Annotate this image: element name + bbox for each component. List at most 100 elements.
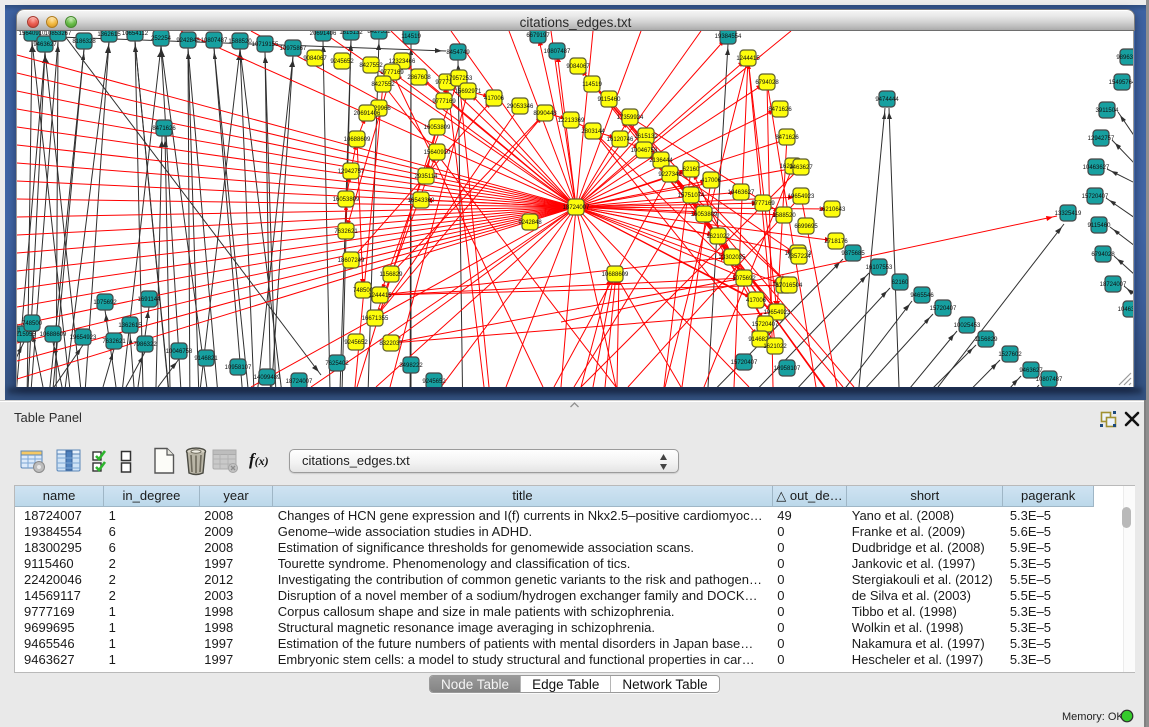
svg-text:748500: 748500 [22, 321, 43, 327]
svg-text:7625402: 7625402 [325, 361, 349, 367]
svg-text:8322037: 8322037 [379, 341, 403, 347]
svg-text:9777169: 9777169 [432, 99, 456, 105]
svg-text:7357224: 7357224 [787, 254, 811, 260]
svg-text:8471626: 8471626 [775, 135, 799, 141]
svg-text:9777169: 9777169 [380, 70, 404, 76]
svg-text:29053346: 29053346 [507, 104, 534, 110]
svg-text:7632621: 7632621 [334, 229, 358, 235]
svg-text:9242848: 9242848 [176, 38, 200, 44]
svg-text:16053809: 16053809 [424, 125, 451, 131]
svg-text:1621022: 1621022 [706, 234, 730, 240]
svg-text:10463627: 10463627 [1118, 307, 1134, 313]
svg-text:12942757: 12942757 [338, 169, 365, 175]
svg-text:16210643: 16210643 [819, 207, 846, 213]
svg-text:12942757: 12942757 [1088, 136, 1115, 142]
svg-text:1588520: 1588520 [772, 213, 796, 219]
svg-text:17359924: 17359924 [617, 115, 644, 121]
svg-text:9463627: 9463627 [789, 165, 813, 171]
svg-text:1362615: 1362615 [97, 32, 121, 38]
svg-text:252254: 252254 [151, 36, 172, 42]
svg-text:10807487: 10807487 [1036, 377, 1063, 383]
svg-text:18724007: 18724007 [286, 379, 313, 385]
svg-text:14099489: 14099489 [254, 375, 281, 381]
svg-text:6794028: 6794028 [755, 80, 779, 86]
svg-text:9896312: 9896312 [1116, 55, 1134, 61]
svg-text:7632621: 7632621 [102, 339, 126, 345]
svg-text:20691406: 20691406 [310, 31, 337, 37]
svg-text:18724007: 18724007 [563, 205, 590, 211]
svg-text:13325419: 13325419 [1055, 211, 1082, 217]
svg-text:9146821: 9146821 [194, 356, 218, 362]
svg-text:17016504: 17016504 [776, 283, 803, 289]
svg-text:16053809: 16053809 [333, 197, 360, 203]
svg-text:16671355: 16671355 [362, 316, 389, 322]
svg-text:114519: 114519 [582, 82, 602, 88]
svg-text:15640910: 15640910 [424, 150, 451, 156]
svg-text:9242848: 9242848 [518, 220, 542, 226]
svg-text:9115460: 9115460 [1088, 223, 1112, 229]
svg-text:417006: 417006 [746, 298, 767, 304]
svg-text:3498222: 3498222 [399, 363, 423, 369]
svg-text:1244415: 1244415 [736, 56, 760, 62]
svg-text:62160: 62160 [892, 280, 909, 286]
svg-text:20691406: 20691406 [354, 111, 381, 117]
svg-text:1615132: 1615132 [634, 134, 658, 140]
svg-text:6794028: 6794028 [1091, 252, 1115, 258]
svg-text:10463627: 10463627 [1083, 165, 1110, 171]
svg-text:8990448: 8990448 [533, 111, 557, 117]
svg-text:1156829: 1156829 [380, 272, 404, 278]
svg-text:1691144: 1691144 [138, 297, 162, 303]
svg-text:9227342: 9227342 [658, 172, 682, 178]
svg-text:9245652: 9245652 [422, 379, 446, 385]
svg-text:18607249: 18607249 [338, 258, 365, 264]
svg-text:3911504: 3911504 [1096, 108, 1120, 114]
svg-text:10958107: 10958107 [774, 366, 801, 372]
svg-text:15751074: 15751074 [678, 193, 705, 199]
svg-text:10807487: 10807487 [201, 38, 228, 44]
svg-text:1362615: 1362615 [118, 323, 142, 329]
svg-text:9777169: 9777169 [751, 201, 775, 207]
svg-text:1075692: 1075692 [93, 300, 117, 306]
svg-text:18724007: 18724007 [1100, 282, 1127, 288]
svg-text:6679197: 6679197 [526, 33, 550, 39]
svg-text:10025453: 10025453 [954, 323, 981, 329]
svg-text:6699695: 6699695 [794, 224, 818, 230]
svg-text:2718176: 2718176 [824, 239, 848, 245]
svg-text:8471626: 8471626 [768, 107, 792, 113]
svg-text:8186328: 8186328 [72, 39, 96, 45]
svg-text:10688609: 10688609 [602, 272, 629, 278]
svg-text:417006: 417006 [484, 96, 505, 102]
svg-text:15720407: 15720407 [1082, 194, 1109, 200]
svg-text:8471626: 8471626 [152, 126, 176, 132]
svg-text:10688609: 10688609 [40, 332, 67, 338]
svg-text:17957253: 17957253 [446, 76, 473, 82]
svg-text:9465546: 9465546 [910, 293, 934, 299]
svg-text:15720407: 15720407 [752, 322, 779, 328]
svg-text:2136444: 2136444 [649, 158, 673, 164]
svg-text:9474444: 9474444 [875, 97, 899, 103]
svg-text:8454749: 8454749 [446, 50, 470, 56]
svg-text:1621022: 1621022 [763, 344, 787, 350]
svg-text:10046758: 10046758 [166, 349, 193, 355]
svg-text:1615132: 1615132 [339, 31, 363, 36]
svg-text:1244415: 1244415 [368, 293, 392, 299]
svg-text:114519: 114519 [401, 34, 421, 40]
svg-text:8427552: 8427552 [359, 63, 383, 69]
svg-text:10463627: 10463627 [728, 190, 755, 196]
svg-text:10688609: 10688609 [344, 137, 371, 143]
svg-text:417006: 417006 [701, 178, 722, 184]
svg-text:1075692: 1075692 [732, 276, 756, 282]
svg-text:19384554: 19384554 [715, 34, 742, 40]
svg-text:10719155: 10719155 [252, 42, 279, 48]
svg-text:9463627: 9463627 [1019, 368, 1043, 374]
svg-text:19654923: 19654923 [70, 335, 97, 341]
svg-text:16053809: 16053809 [691, 212, 718, 218]
svg-text:8427552: 8427552 [367, 31, 391, 35]
svg-text:9245652: 9245652 [330, 59, 354, 65]
svg-text:23302035: 23302035 [719, 255, 746, 261]
svg-text:1588520: 1588520 [228, 39, 252, 45]
svg-text:9084067: 9084067 [566, 64, 590, 70]
svg-text:8427552: 8427552 [371, 82, 395, 88]
svg-text:10958107: 10958107 [225, 365, 252, 371]
svg-text:15720407: 15720407 [930, 306, 957, 312]
